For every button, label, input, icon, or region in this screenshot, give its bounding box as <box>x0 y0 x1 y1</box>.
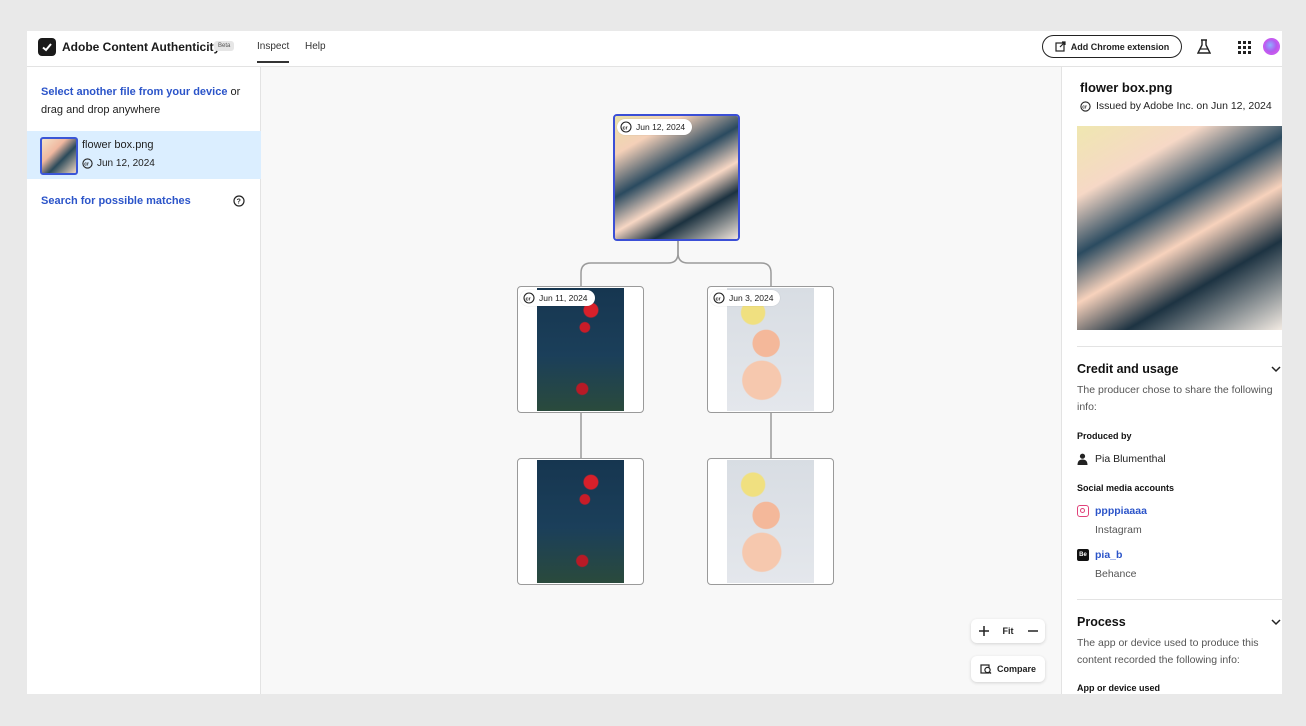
details-file-name: flower box.png <box>1080 80 1173 95</box>
content-credentials-icon: cr <box>620 121 632 133</box>
chevron-down-icon[interactable] <box>1271 365 1281 373</box>
divider <box>1077 599 1282 600</box>
svg-text:cr: cr <box>623 125 629 131</box>
instagram-handle[interactable]: ppppiaaaa <box>1095 505 1147 517</box>
producer: Pia Blumenthal <box>1077 453 1166 465</box>
details-preview-image <box>1077 126 1282 330</box>
zoom-out-icon[interactable] <box>1027 625 1039 637</box>
add-chrome-extension-button[interactable]: Add Chrome extension <box>1042 35 1182 58</box>
producer-name: Pia Blumenthal <box>1095 453 1166 465</box>
compare-button[interactable]: Compare <box>971 656 1045 682</box>
file-date: cr Jun 12, 2024 <box>82 158 155 169</box>
app-window: Adobe Content Authenticity Beta Inspect … <box>27 31 1282 694</box>
zoom-in-icon[interactable] <box>978 625 990 637</box>
provenance-canvas[interactable]: cr Jun 12, 2024 cr Jun 11, 2024 cr Jun 3… <box>261 67 1061 694</box>
behance-icon: Be <box>1077 549 1089 561</box>
social-account-instagram[interactable]: ppppiaaaa <box>1077 505 1147 517</box>
node-date: Jun 12, 2024 <box>636 122 686 132</box>
content-credentials-icon: cr <box>1080 100 1091 112</box>
tab-help[interactable]: Help <box>305 41 326 52</box>
provenance-node-source[interactable] <box>707 458 834 585</box>
provenance-node-root[interactable]: cr Jun 12, 2024 <box>613 114 740 241</box>
zoom-fit-button[interactable]: Fit <box>1003 626 1014 636</box>
file-list-item[interactable]: flower box.png cr Jun 12, 2024 <box>27 131 261 179</box>
top-bar: Adobe Content Authenticity Beta Inspect … <box>27 31 1282 67</box>
provenance-node-source[interactable] <box>517 458 644 585</box>
node-date: Jun 11, 2024 <box>539 293 588 303</box>
node-image <box>727 460 814 583</box>
instagram-platform: Instagram <box>1095 524 1142 536</box>
app-title[interactable]: Adobe Content Authenticity <box>62 40 220 54</box>
file-thumbnail <box>40 137 78 175</box>
node-date: Jun 3, 2024 <box>729 293 774 303</box>
produced-by-label: Produced by <box>1077 431 1132 441</box>
details-panel: flower box.png cr Issued by Adobe Inc. o… <box>1061 67 1282 694</box>
compare-icon <box>980 664 992 674</box>
avatar[interactable] <box>1263 38 1280 55</box>
provenance-node-ingredient[interactable]: cr Jun 3, 2024 <box>707 286 834 413</box>
svg-text:cr: cr <box>1082 104 1087 110</box>
svg-text:cr: cr <box>716 296 722 302</box>
process-section-title[interactable]: Process <box>1077 615 1126 629</box>
compare-label: Compare <box>996 664 1036 674</box>
content-credentials-icon: cr <box>82 158 93 169</box>
flask-icon[interactable] <box>1197 39 1211 55</box>
file-select-prompt: Select another file from your device or … <box>41 83 251 119</box>
credit-section-title[interactable]: Credit and usage <box>1077 362 1178 376</box>
node-date-badge: cr Jun 3, 2024 <box>710 290 781 306</box>
add-chrome-extension-label: Add Chrome extension <box>1070 41 1170 52</box>
node-image <box>537 460 624 583</box>
file-sidebar: Select another file from your device or … <box>27 67 261 694</box>
social-accounts-label: Social media accounts <box>1077 483 1175 493</box>
select-file-link[interactable]: Select another file from your device <box>41 86 227 98</box>
file-name: flower box.png <box>82 139 154 151</box>
node-date-badge: cr Jun 11, 2024 <box>520 290 595 306</box>
process-description: The app or device used to produce this c… <box>1077 637 1259 666</box>
search-matches-link[interactable]: Search for possible matches <box>41 195 191 207</box>
svg-text:?: ? <box>237 199 241 206</box>
help-icon[interactable]: ? <box>233 195 245 207</box>
apps-grid-icon[interactable] <box>1238 41 1251 54</box>
svg-text:cr: cr <box>84 162 89 168</box>
behance-handle[interactable]: pia_b <box>1095 549 1122 561</box>
node-image <box>727 288 814 411</box>
provenance-node-ingredient[interactable]: cr Jun 11, 2024 <box>517 286 644 413</box>
node-image <box>537 288 624 411</box>
issued-text: Issued by Adobe Inc. on Jun 12, 2024 <box>1096 100 1272 112</box>
social-account-behance[interactable]: Be pia_b <box>1077 549 1122 561</box>
zoom-controls: Fit <box>971 619 1045 643</box>
content-authenticity-logo-icon[interactable] <box>38 38 56 56</box>
content-credentials-icon: cr <box>523 292 535 304</box>
issued-info: cr Issued by Adobe Inc. on Jun 12, 2024 <box>1080 100 1272 112</box>
divider <box>1077 346 1282 347</box>
svg-text:cr: cr <box>526 296 532 302</box>
file-date-text: Jun 12, 2024 <box>97 158 155 169</box>
behance-platform: Behance <box>1095 568 1137 580</box>
tab-inspect[interactable]: Inspect <box>257 41 290 63</box>
chevron-down-icon[interactable] <box>1271 618 1281 626</box>
person-icon <box>1077 453 1088 465</box>
app-device-label: App or device used <box>1077 683 1161 693</box>
node-date-badge: cr Jun 12, 2024 <box>617 119 693 135</box>
beta-badge: Beta <box>214 41 235 51</box>
instagram-icon <box>1077 505 1089 517</box>
external-link-icon <box>1055 41 1066 52</box>
content-credentials-icon: cr <box>713 292 725 304</box>
credit-description: The producer chose to share the followin… <box>1077 384 1273 413</box>
